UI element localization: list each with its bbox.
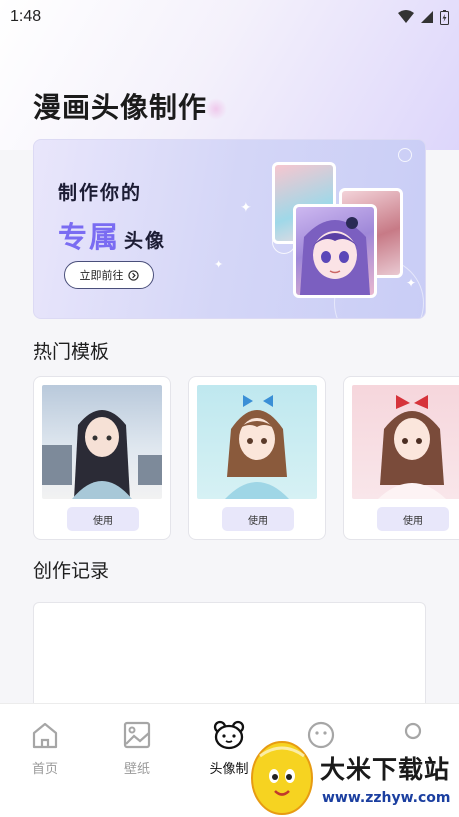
- go-now-label: 立即前往: [79, 269, 124, 282]
- anime-avatar-illustration: [300, 217, 370, 295]
- banner-headline: 制作你的: [58, 182, 143, 204]
- banner-highlight-rest: 头像: [124, 230, 167, 252]
- sparkle-icon: ✦: [406, 276, 417, 290]
- use-template-button[interactable]: 使用: [222, 507, 294, 531]
- nav-label-wallpaper: 壁纸: [123, 762, 150, 777]
- watermark-url: www.zzhyw.com: [322, 790, 451, 806]
- status-bar: 1:48: [0, 0, 459, 34]
- home-icon: [32, 722, 58, 749]
- bear-face-icon: [213, 720, 245, 750]
- nav-label-home: 首页: [31, 762, 58, 777]
- status-time: 1:48: [10, 8, 42, 25]
- hot-templates-title: 热门模板: [33, 341, 110, 363]
- nav-item-home[interactable]: 首页: [15, 720, 75, 777]
- page-title: 漫画头像制作: [33, 91, 208, 124]
- egg-mascot-logo: [251, 741, 313, 815]
- records-title: 创作记录: [33, 560, 110, 582]
- title-decoration: [205, 98, 227, 120]
- status-icons: [398, 9, 449, 25]
- template-thumbnail: [352, 385, 459, 499]
- image-icon: [123, 721, 151, 749]
- template-card[interactable]: 使用: [188, 376, 326, 540]
- banner-highlight: 专属: [58, 220, 121, 254]
- nav-item-wallpaper[interactable]: 壁纸: [107, 720, 167, 777]
- wifi-icon: [398, 10, 414, 23]
- avatar-sample-card: [293, 204, 377, 298]
- watermark: 大米下载站 www.zzhyw.com: [242, 736, 459, 817]
- bubble-decoration: [398, 148, 412, 162]
- use-template-button[interactable]: 使用: [377, 507, 449, 531]
- template-thumbnail: [42, 385, 162, 499]
- template-card[interactable]: 使用: [33, 376, 171, 540]
- battery-icon: [440, 9, 449, 25]
- use-template-button[interactable]: 使用: [67, 507, 139, 531]
- signal-icon: [421, 11, 433, 23]
- promo-banner[interactable]: ✦ ✦ ✦ 制作你的 专属 头像 立即前往: [33, 139, 426, 319]
- character-illustration: [42, 410, 162, 499]
- go-now-button[interactable]: 立即前往: [64, 261, 154, 289]
- template-card[interactable]: 使用: [343, 376, 459, 540]
- character-illustration: [225, 395, 289, 499]
- template-thumbnail: [197, 385, 317, 499]
- arrow-circle-icon: [127, 269, 139, 281]
- character-illustration: [378, 395, 446, 499]
- sparkle-icon: ✦: [214, 258, 224, 271]
- sparkle-icon: ✦: [240, 200, 252, 216]
- records-panel: [33, 602, 426, 717]
- watermark-brand: 大米下载站: [320, 755, 451, 784]
- banner-subheadline: 专属 头像: [58, 214, 166, 256]
